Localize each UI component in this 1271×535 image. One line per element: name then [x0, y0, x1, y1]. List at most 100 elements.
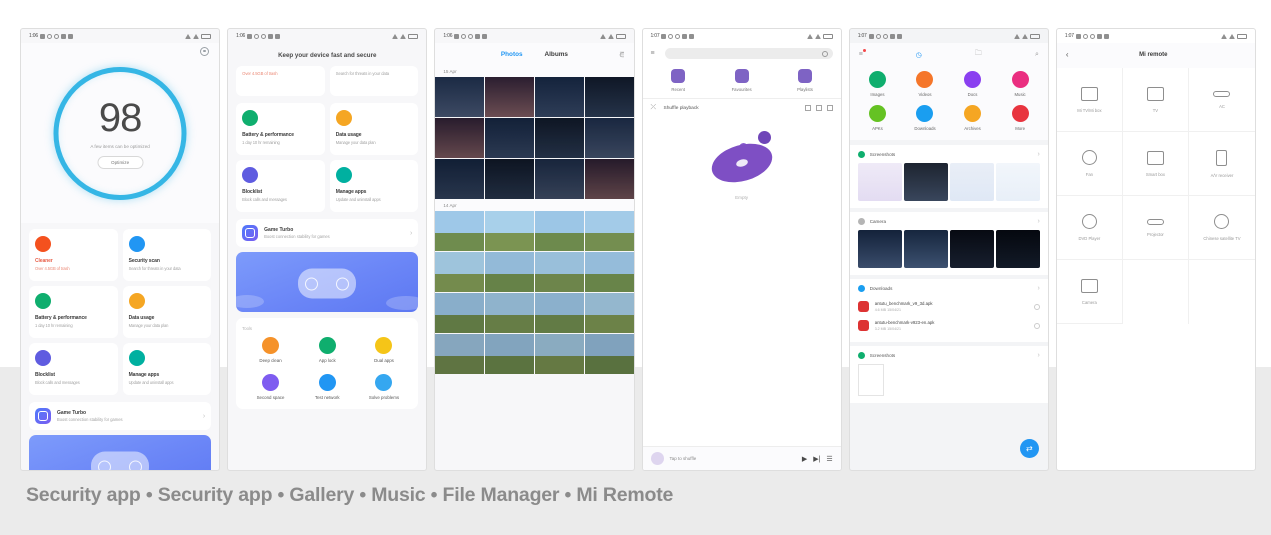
music-category[interactable]: Playlists	[773, 69, 836, 92]
photo-thumbnail[interactable]	[485, 293, 534, 333]
filter-icon[interactable]	[815, 105, 822, 111]
photo-thumbnail[interactable]	[584, 159, 634, 199]
remote-device-item[interactable]: TV	[1122, 68, 1189, 132]
feature-tile[interactable]: Cleaner Over 4.5GB of trash	[29, 229, 118, 281]
queue-icon[interactable]: ☰	[826, 455, 832, 463]
shuffle-row[interactable]: ⤫ Shuffle playback	[642, 98, 841, 117]
file-row[interactable]: antutu-benchmark-v923-en.apk 3.2 MB 15/04…	[857, 316, 1040, 335]
phone-screenshot-mi-remote[interactable]: 1:07 ‹ Mi remote Mi TV/Mi box TV AC Fan Smar…	[1055, 28, 1257, 471]
file-category[interactable]: Downloads	[901, 105, 949, 131]
photo-thumbnail[interactable]	[534, 334, 584, 374]
file-thumbnail[interactable]	[857, 163, 902, 201]
photo-thumbnail[interactable]	[584, 293, 634, 333]
feature-tile[interactable]: Manage apps Update and uninstall apps	[122, 343, 212, 395]
remote-device-item[interactable]: Projector	[1122, 196, 1189, 260]
game-turbo-banner[interactable]	[236, 252, 419, 312]
feature-tile[interactable]: Data usage Manage your data plan	[122, 286, 212, 338]
photo-thumbnail[interactable]	[584, 77, 634, 117]
photo-thumbnail[interactable]	[584, 334, 634, 374]
phone-screenshot-file-manager[interactable]: 1:07 ≡ ◷ 🗀 ⌕ Images Videos Docs Music AP…	[848, 28, 1049, 471]
new-folder-icon[interactable]: 🗀	[975, 49, 982, 60]
photo-thumbnail[interactable]	[485, 334, 534, 374]
phone-screenshot-security-home[interactable]: 1:06 Keep your device fast and secure Ov…	[227, 28, 428, 471]
file-thumbnail[interactable]	[949, 230, 994, 268]
menu-icon[interactable]: ≡	[651, 50, 659, 58]
remote-device-item[interactable]: AC	[1188, 68, 1256, 132]
photo-thumbnail[interactable]	[534, 77, 584, 117]
feature-tile[interactable]: Security scan Search for threats in your …	[122, 229, 212, 281]
sort-icon[interactable]	[804, 105, 811, 111]
search-icon[interactable]: ⌕	[1035, 51, 1039, 59]
remote-device-item[interactable]: Smart box	[1122, 132, 1189, 196]
tab-albums[interactable]: Albums	[545, 51, 568, 58]
game-turbo-card[interactable]: Game Turbo Boost connection stability fo…	[29, 402, 212, 430]
remote-device-item[interactable]: Fan	[1056, 132, 1123, 196]
game-turbo-card[interactable]: Game Turbo Boost connection stability fo…	[236, 219, 419, 247]
game-turbo-banner[interactable]	[29, 435, 212, 470]
file-category[interactable]: More	[996, 105, 1044, 131]
phone-screenshot-music[interactable]: 1:07 ≡ Recent Favourites Playlists ⤫ Shu…	[641, 28, 842, 471]
tool-shortcut[interactable]: Deep clean	[242, 337, 299, 363]
play-icon[interactable]: ▶	[802, 455, 807, 463]
feature-tile[interactable]: Battery & performance 1 day 10 hr remaini…	[29, 286, 118, 338]
settings-gear-icon[interactable]	[200, 47, 210, 56]
file-thumbnail[interactable]	[857, 230, 902, 268]
photo-thumbnail[interactable]	[435, 159, 485, 199]
file-category[interactable]: Videos	[901, 71, 949, 97]
optimize-button[interactable]: Optimize	[97, 156, 144, 169]
photo-thumbnail[interactable]	[485, 118, 534, 158]
photo-thumbnail[interactable]	[485, 252, 534, 292]
file-category[interactable]: Archives	[949, 105, 997, 131]
file-category[interactable]: Music	[996, 71, 1044, 97]
file-category[interactable]: Docs	[949, 71, 997, 97]
next-icon[interactable]: ▶|	[813, 455, 820, 463]
file-category[interactable]: APKs	[854, 105, 902, 131]
phone-screenshot-security-score[interactable]: 1:06 98 A few items can be optimized Opt…	[20, 28, 221, 471]
feature-tile[interactable]: Manage apps Update and uninstall apps	[329, 160, 419, 212]
file-thumbnail[interactable]	[995, 163, 1040, 201]
tool-shortcut[interactable]: Test network	[299, 374, 356, 400]
photo-thumbnail[interactable]	[485, 211, 534, 251]
tool-shortcut[interactable]: App lock	[299, 337, 356, 363]
recent-icon[interactable]: ◷	[916, 51, 922, 59]
file-thumbnail[interactable]	[949, 163, 994, 201]
file-row[interactable]: antutu_benchmark_v9_3d.apk 4.6 MB 15/04/2…	[857, 297, 1040, 316]
tool-shortcut[interactable]: Second space	[242, 374, 299, 400]
summary-chip[interactable]: Over 4.5GB of trash	[236, 66, 325, 96]
transfer-fab-button[interactable]: ⇄	[1019, 439, 1039, 458]
photo-thumbnail[interactable]	[435, 211, 485, 251]
phone-screenshot-gallery[interactable]: 1:06 Photos Albums ⋶ 15 Apr 14 Apr	[434, 28, 635, 471]
file-checkbox[interactable]	[1033, 303, 1040, 310]
photo-thumbnail[interactable]	[435, 118, 485, 158]
feature-tile[interactable]: Blocklist Block calls and messages	[29, 343, 118, 395]
photo-thumbnail[interactable]	[485, 77, 534, 117]
now-playing-bar[interactable]: Tap to shuffle ▶ ▶| ☰	[642, 446, 841, 470]
photo-thumbnail[interactable]	[435, 77, 485, 117]
photo-thumbnail[interactable]	[534, 159, 584, 199]
photo-thumbnail[interactable]	[534, 211, 584, 251]
file-thumbnail[interactable]	[903, 230, 948, 268]
photo-thumbnail[interactable]	[534, 293, 584, 333]
tab-photos[interactable]: Photos	[501, 51, 523, 58]
music-category[interactable]: Recent	[647, 69, 710, 92]
photo-thumbnail[interactable]	[435, 252, 485, 292]
music-category[interactable]: Favourites	[710, 69, 773, 92]
photo-thumbnail[interactable]	[435, 334, 485, 374]
file-thumbnail[interactable]	[903, 163, 948, 201]
feature-tile[interactable]: Battery & performance 1 day 10 hr remaini…	[236, 103, 325, 155]
photo-thumbnail[interactable]	[584, 211, 634, 251]
photo-thumbnail[interactable]	[485, 159, 534, 199]
photo-thumbnail[interactable]	[435, 293, 485, 333]
feature-tile[interactable]: Blocklist Block calls and messages	[236, 160, 325, 212]
feature-tile[interactable]: Data usage Manage your data plan	[329, 103, 419, 155]
remote-device-item[interactable]: A/V receiver	[1188, 132, 1256, 196]
file-category[interactable]: Images	[854, 71, 902, 97]
search-input[interactable]	[664, 48, 833, 59]
file-checkbox[interactable]	[1033, 322, 1040, 329]
menu-icon[interactable]: ≡	[859, 49, 866, 58]
tool-shortcut[interactable]: Solve problems	[356, 374, 413, 400]
more-options-icon[interactable]: ⋶	[619, 52, 624, 59]
remote-device-item[interactable]: Chinese satellite TV	[1188, 196, 1256, 260]
remote-device-item[interactable]: Camera	[1056, 260, 1123, 324]
tool-shortcut[interactable]: Dual apps	[356, 337, 413, 363]
